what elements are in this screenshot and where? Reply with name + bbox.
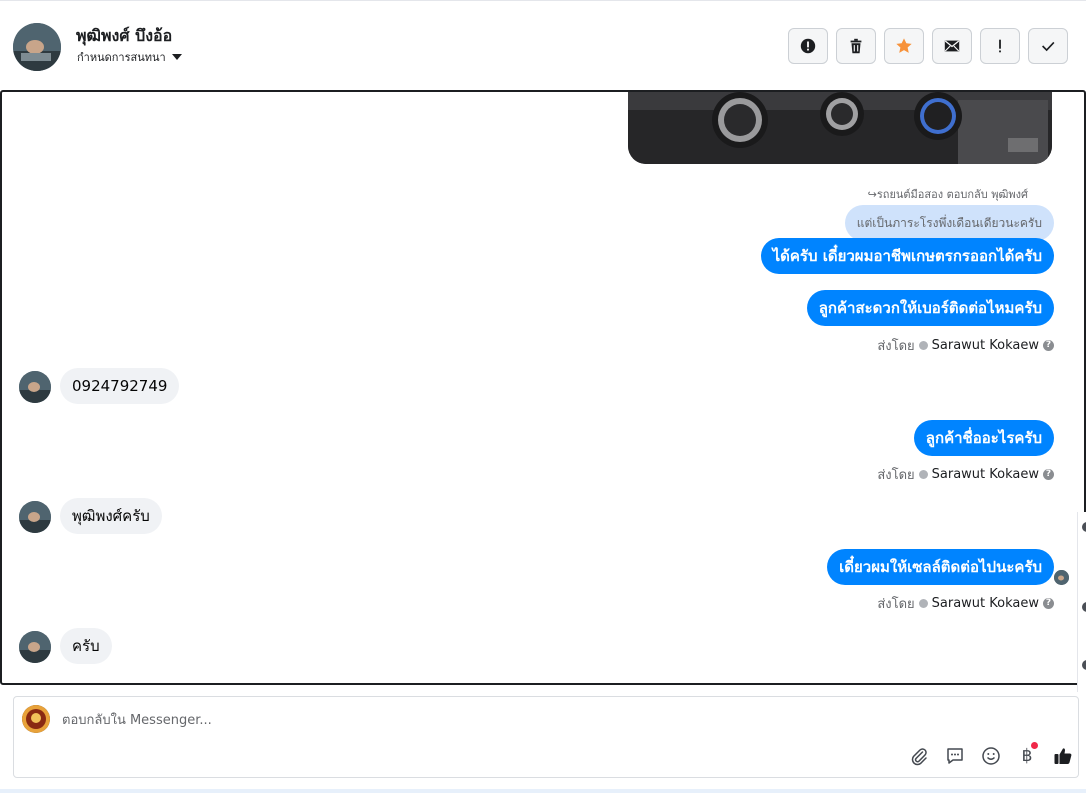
contact-avatar-small[interactable] (19, 631, 51, 663)
conversation-actions (788, 28, 1068, 64)
caret-down-icon (171, 54, 182, 60)
side-panel-edge (1077, 512, 1086, 692)
payment-button[interactable]: ฿ (1016, 742, 1038, 767)
contact-avatar-small[interactable] (19, 371, 51, 403)
message-bubble-outgoing[interactable]: ได้ครับ เดี๋ยวผมอาชีพเกษตรกรออกได้ครับ (760, 238, 1054, 274)
page-avatar (22, 705, 50, 733)
like-button[interactable] (1052, 745, 1074, 767)
follow-up-button[interactable] (980, 28, 1020, 64)
message-composer: ฿ (13, 696, 1079, 778)
verified-icon (918, 470, 928, 479)
message-bubble-incoming[interactable]: พุฒิพงศ์ครับ (60, 498, 162, 534)
sent-by-prefix: ส่งโดย (877, 468, 915, 483)
attachment-photo[interactable] (628, 92, 1052, 164)
exclamation-icon (999, 39, 1001, 53)
verified-icon (918, 341, 928, 350)
sent-by-line: ส่งโดย Sarawut Kokaew ? (877, 464, 1054, 485)
sent-by-prefix: ส่งโดย (877, 597, 915, 612)
sent-by-line: ส่งโดย Sarawut Kokaew ? (877, 593, 1054, 614)
sender-name[interactable]: Sarawut Kokaew (932, 596, 1039, 611)
mark-done-button[interactable] (1028, 28, 1068, 64)
sender-name[interactable]: Sarawut Kokaew (932, 338, 1039, 353)
saved-replies-button[interactable] (944, 745, 966, 767)
messenger-conversation-view: พุฒิพงศ์ บึงอ้อ กำหนดการสนทนา ↪รถยนต์มือ… (0, 0, 1086, 793)
trash-icon (850, 38, 862, 54)
quoted-message[interactable]: แต่เป็นภาระโรงพึ่งเดือนเดียวนะครับ (844, 205, 1054, 241)
assign-conversation-dropdown[interactable]: กำหนดการสนทนา (77, 48, 182, 66)
like-icon (1054, 748, 1072, 764)
contact-avatar-small[interactable] (19, 501, 51, 533)
help-icon[interactable]: ? (1043, 340, 1054, 351)
attach-button[interactable] (908, 745, 930, 767)
mark-unread-button[interactable] (932, 28, 972, 64)
star-icon (896, 38, 912, 53)
exclamation-circle-icon (800, 38, 816, 54)
notification-dot (1031, 742, 1038, 749)
report-spam-button[interactable] (788, 28, 828, 64)
bottom-divider (0, 789, 1086, 793)
reply-input[interactable] (62, 709, 962, 731)
message-thread[interactable]: ↪รถยนต์มือสอง ตอบกลับ พุฒิพงศ์ แต่เป็นภา… (0, 90, 1086, 685)
conversation-header: พุฒิพงศ์ บึงอ้อ กำหนดการสนทนา (0, 0, 1086, 90)
contact-avatar[interactable] (13, 23, 61, 71)
sent-by-prefix: ส่งโดย (877, 339, 915, 354)
sender-name[interactable]: Sarawut Kokaew (932, 467, 1039, 482)
check-icon (1042, 41, 1055, 52)
saved-replies-icon (947, 748, 963, 764)
help-icon[interactable]: ? (1043, 598, 1054, 609)
message-bubble-outgoing[interactable]: ลูกค้าชื่ออะไรครับ (913, 420, 1054, 456)
emoji-button[interactable] (980, 745, 1002, 767)
sent-by-line: ส่งโดย Sarawut Kokaew ? (877, 335, 1054, 356)
attach-icon (911, 748, 927, 766)
help-icon[interactable]: ? (1043, 469, 1054, 480)
payment-icon: ฿ (1021, 746, 1033, 766)
message-bubble-incoming[interactable]: ครับ (60, 628, 112, 664)
assign-label: กำหนดการสนทนา (77, 51, 166, 64)
verified-icon (918, 599, 928, 608)
message-bubble-outgoing[interactable]: ลูกค้าสะดวกให้เบอร์ติดต่อไหมครับ (806, 290, 1054, 326)
emoji-icon (982, 747, 1000, 765)
side-panel-avatar (1082, 602, 1086, 612)
seen-indicator-avatar (1054, 570, 1069, 585)
side-panel-avatar (1082, 522, 1086, 532)
side-panel-avatar (1082, 660, 1086, 670)
message-bubble-outgoing[interactable]: เดี๋ยวผมให้เซลล์ติดต่อไปนะครับ (827, 549, 1054, 585)
contact-name[interactable]: พุฒิพงศ์ บึงอ้อ (76, 24, 172, 49)
delete-button[interactable] (836, 28, 876, 64)
message-bubble-incoming[interactable]: 0924792749 (60, 368, 180, 404)
composer-toolbar: ฿ (908, 742, 1074, 767)
star-button[interactable] (884, 28, 924, 64)
envelope-icon (944, 40, 960, 52)
reply-context-note: ↪รถยนต์มือสอง ตอบกลับ พุฒิพงศ์ (867, 188, 1028, 201)
